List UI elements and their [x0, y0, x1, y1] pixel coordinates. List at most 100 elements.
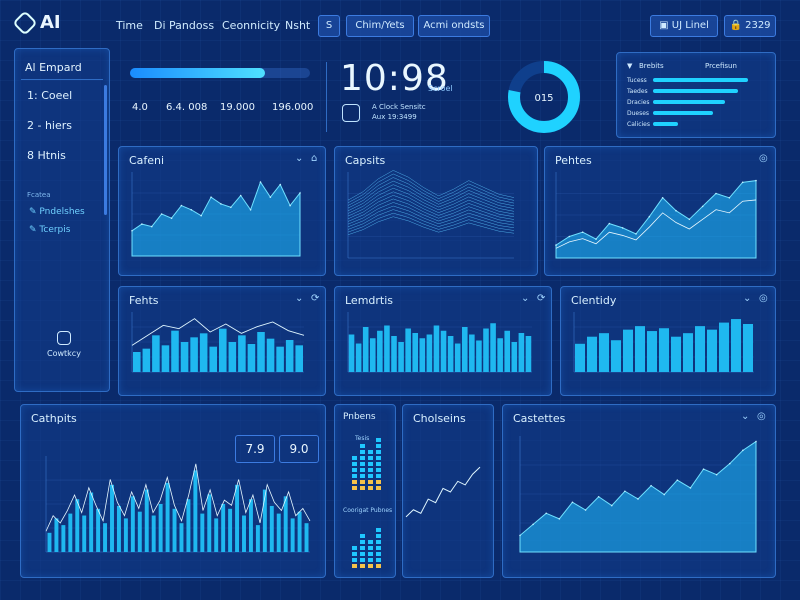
- stack-segment: [352, 546, 357, 550]
- data-point: [741, 181, 744, 184]
- data-point: [715, 473, 718, 476]
- data-point: [532, 523, 534, 526]
- top-right-button-1[interactable]: ▣ UJ Linel: [650, 15, 718, 37]
- stack-segment: [352, 486, 357, 490]
- sidebar-section: Fcatea: [27, 191, 51, 199]
- bar: [362, 327, 369, 372]
- legend-caret-icon: ▼: [627, 62, 633, 70]
- data-point: [637, 498, 639, 500]
- data-point: [675, 209, 677, 212]
- stack-segment: [360, 480, 365, 484]
- panel-cafeni-title: Cafeni: [129, 154, 165, 167]
- data-point: [581, 231, 584, 233]
- sidebar-item-3[interactable]: 8 Htnis: [27, 149, 66, 162]
- line-series: [405, 466, 481, 518]
- sidebar-scroll[interactable]: [104, 85, 107, 215]
- bar: [171, 330, 179, 372]
- stack-segment: [360, 474, 365, 478]
- bar: [304, 523, 309, 552]
- data-point: [742, 449, 744, 452]
- chevron-down-icon[interactable]: ⌄: [741, 411, 749, 422]
- nav-button-1[interactable]: Chim/Yets: [346, 15, 414, 37]
- bar: [611, 340, 621, 372]
- bar: [525, 336, 532, 372]
- bar: [504, 330, 511, 372]
- data-point: [131, 230, 133, 232]
- bar: [82, 515, 87, 552]
- bar: [433, 325, 440, 372]
- stack-segment: [360, 534, 365, 538]
- chart-pehtes: [555, 172, 757, 259]
- bar: [103, 523, 108, 552]
- stack-segment: [376, 546, 381, 550]
- sidebar-item-1[interactable]: 1: Coeel: [27, 89, 72, 102]
- bar: [490, 323, 496, 372]
- stack-segment: [368, 564, 373, 568]
- pen-icon: ✎: [29, 207, 40, 217]
- chevron-down-icon[interactable]: ⌄: [743, 293, 751, 304]
- stack-segment: [368, 486, 373, 490]
- bar: [209, 346, 217, 372]
- stack-segment: [352, 462, 357, 466]
- data-point: [635, 233, 637, 235]
- stack-segment: [376, 438, 381, 442]
- nav-small-button[interactable]: S: [318, 15, 340, 37]
- data-point: [701, 205, 704, 208]
- sidebar-link-2[interactable]: ✎ Tcerpis: [29, 225, 70, 235]
- chevron-down-icon[interactable]: ⌄: [295, 293, 303, 304]
- data-point: [249, 209, 252, 211]
- stack-segment: [368, 450, 373, 454]
- legend-label-1: Brebits: [639, 62, 664, 70]
- nav-item-connicity[interactable]: Ceonnicity: [222, 19, 280, 32]
- info-icon[interactable]: ◎: [759, 153, 768, 164]
- nav-item-time[interactable]: Time: [116, 19, 143, 32]
- chat-icon[interactable]: [342, 104, 360, 122]
- nav-item-nsht[interactable]: Nsht: [285, 19, 310, 32]
- chart-clentidy: [573, 312, 754, 373]
- sidebar-item-2[interactable]: 2 - hiers: [27, 119, 72, 132]
- bar: [587, 336, 597, 372]
- bar: [377, 330, 383, 372]
- legend-row-label: Taedes: [627, 88, 648, 95]
- data-point: [279, 183, 282, 186]
- stack-segment: [360, 450, 365, 454]
- stack-segment: [376, 468, 381, 472]
- sidebar: Al Empard 1: Coeel 2 - hiers 8 Htnis Fca…: [14, 48, 110, 392]
- data-point: [220, 203, 222, 205]
- nav-button-2[interactable]: Acmi ondsts: [418, 15, 490, 37]
- home-icon[interactable]: ⌂: [311, 153, 317, 164]
- data-point: [545, 512, 548, 515]
- stack-segment: [352, 480, 357, 484]
- refresh-icon[interactable]: ⟳: [537, 293, 545, 304]
- bar: [133, 352, 141, 372]
- chevron-down-icon[interactable]: ⌄: [295, 153, 303, 164]
- info-icon[interactable]: ◎: [757, 411, 766, 422]
- bar: [384, 325, 390, 372]
- bar: [454, 343, 461, 372]
- bar: [152, 335, 160, 372]
- bar: [161, 345, 170, 372]
- bar: [405, 328, 411, 372]
- sidebar-divider: [21, 79, 103, 80]
- bar: [266, 338, 275, 372]
- bar: [190, 337, 198, 372]
- bar: [518, 333, 525, 372]
- legend-row-bar: [653, 100, 725, 104]
- refresh-icon[interactable]: ⟳: [311, 293, 319, 304]
- chevron-down-icon[interactable]: ⌄: [521, 293, 529, 304]
- bar: [130, 496, 135, 552]
- chart-pnbens-bars: [352, 438, 381, 568]
- stack-segment: [376, 462, 381, 466]
- settings-icon[interactable]: [57, 331, 71, 345]
- bar: [623, 329, 633, 372]
- bar: [68, 513, 73, 552]
- sidebar-bottom-label[interactable]: Cowtkcy: [47, 349, 81, 358]
- chart-fehts: [131, 312, 305, 373]
- nav-item-pandoss[interactable]: Di Pandoss: [154, 19, 214, 32]
- chart-cholseins: [405, 466, 481, 518]
- stack-segment: [360, 468, 365, 472]
- sidebar-link-1[interactable]: ✎ Pndelshes: [29, 207, 85, 217]
- top-right-button-2[interactable]: 🔒 2329: [724, 15, 776, 37]
- bar: [75, 499, 80, 552]
- info-icon[interactable]: ◎: [759, 293, 768, 304]
